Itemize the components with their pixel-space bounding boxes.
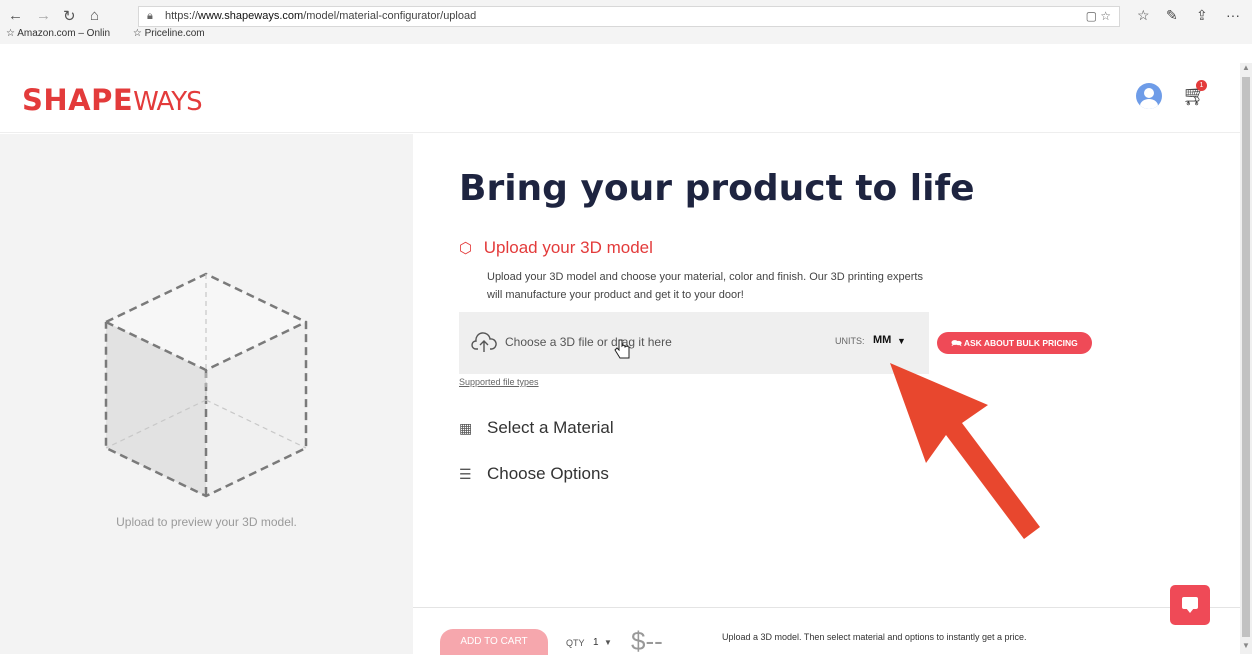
scroll-down-icon[interactable]: ▼ bbox=[1242, 641, 1250, 650]
pen-icon[interactable]: ✎ bbox=[1166, 7, 1178, 24]
cart-badge: 1 bbox=[1196, 80, 1207, 91]
price-display: $-- bbox=[631, 626, 663, 656]
price-note: Upload a 3D model. Then select material … bbox=[722, 632, 1027, 642]
step-material-label: Select a Material bbox=[487, 418, 614, 437]
chat-bubble-icon: 🗪︎ bbox=[951, 338, 964, 348]
url-path: /model/material-configurator/upload bbox=[303, 10, 477, 22]
add-to-cart-button[interactable]: ADD TO CART bbox=[440, 629, 548, 655]
refresh-icon[interactable]: ↻ bbox=[63, 7, 76, 25]
scroll-thumb[interactable] bbox=[1242, 77, 1250, 637]
step-choose-options[interactable]: ☰ Choose Options bbox=[459, 464, 609, 484]
bulk-pricing-button[interactable]: 🗪︎ ASK ABOUT BULK PRICING bbox=[937, 332, 1092, 354]
hand-cursor-icon bbox=[614, 339, 630, 359]
chat-button[interactable] bbox=[1170, 585, 1210, 625]
box-icon: ⬡ bbox=[459, 240, 473, 257]
favorite-star-icon[interactable]: ▢ ☆ bbox=[1086, 7, 1111, 26]
preview-pane: Upload to preview your 3D model. bbox=[0, 134, 413, 654]
favorites-icon[interactable]: ☆ bbox=[1137, 7, 1150, 24]
units-label: UNITS: bbox=[835, 336, 865, 346]
caret-down-icon[interactable]: ▼ bbox=[897, 336, 906, 346]
qty-select[interactable]: 1 bbox=[593, 637, 599, 648]
supported-file-types-link[interactable]: Supported file types bbox=[459, 377, 539, 387]
address-bar[interactable]: 🔒︎ https://www.shapeways.com/model/mater… bbox=[138, 6, 1120, 27]
sliders-icon: ☰ bbox=[459, 466, 472, 482]
forward-icon[interactable]: → bbox=[36, 7, 51, 24]
url-prefix: https:// bbox=[165, 10, 199, 22]
annotation-arrow bbox=[890, 363, 1040, 539]
step-select-material[interactable]: ▦ Select a Material bbox=[459, 418, 614, 438]
back-icon[interactable]: ← bbox=[8, 7, 23, 24]
fav-item-priceline[interactable]: ☆ Priceline.com bbox=[133, 28, 215, 39]
units-select[interactable]: MM bbox=[873, 334, 891, 346]
home-icon[interactable]: ⌂ bbox=[90, 7, 99, 24]
favorites-bar: ☆ Amazon.com – Onlin ☆ Priceline.com bbox=[6, 28, 225, 44]
scrollbar[interactable]: ▲ ▼ bbox=[1240, 63, 1252, 654]
qty-label: QTY bbox=[566, 638, 585, 648]
file-dropzone[interactable]: Choose a 3D file or drag it here UNITS: … bbox=[459, 312, 929, 374]
cloud-upload-icon bbox=[471, 332, 497, 352]
step-upload[interactable]: ⬡ Upload your 3D model bbox=[459, 238, 653, 258]
url-domain: www.shapeways.com bbox=[198, 10, 304, 22]
cart-icon[interactable]: 🛒︎ 1 bbox=[1182, 80, 1207, 108]
shapeways-logo[interactable]: SHAPEWAYS bbox=[22, 83, 203, 117]
page-title: Bring your product to life bbox=[459, 168, 975, 209]
lock-icon: 🔒︎ bbox=[147, 10, 153, 22]
qty-caret-icon[interactable]: ▼ bbox=[604, 638, 612, 647]
share-icon[interactable]: ⇪ bbox=[1196, 7, 1208, 24]
purchase-bar: ADD TO CART QTY 1 ▼ $-- Upload a 3D mode… bbox=[413, 607, 1240, 656]
browser-toolbar: ← → ↻ ⌂ 🔒︎ https://www.shapeways.com/mod… bbox=[0, 0, 1252, 44]
preview-hint: Upload to preview your 3D model. bbox=[116, 515, 297, 529]
fav-item-amazon[interactable]: ☆ Amazon.com – Onlin bbox=[6, 28, 120, 39]
upload-description: Upload your 3D model and choose your mat… bbox=[487, 271, 923, 301]
cube-placeholder-icon bbox=[104, 272, 308, 498]
step-upload-label: Upload your 3D model bbox=[483, 238, 653, 257]
site-header: SHAPEWAYS 🛒︎ 1 bbox=[0, 63, 1240, 133]
dropzone-text: Choose a 3D file or drag it here bbox=[505, 335, 672, 349]
step-options-label: Choose Options bbox=[487, 464, 609, 483]
material-grid-icon: ▦ bbox=[459, 420, 473, 436]
avatar[interactable] bbox=[1136, 83, 1162, 109]
more-icon[interactable]: ··· bbox=[1226, 7, 1240, 23]
scroll-up-icon[interactable]: ▲ bbox=[1242, 63, 1250, 72]
configurator-pane: Bring your product to life ⬡ Upload your… bbox=[413, 134, 1240, 654]
